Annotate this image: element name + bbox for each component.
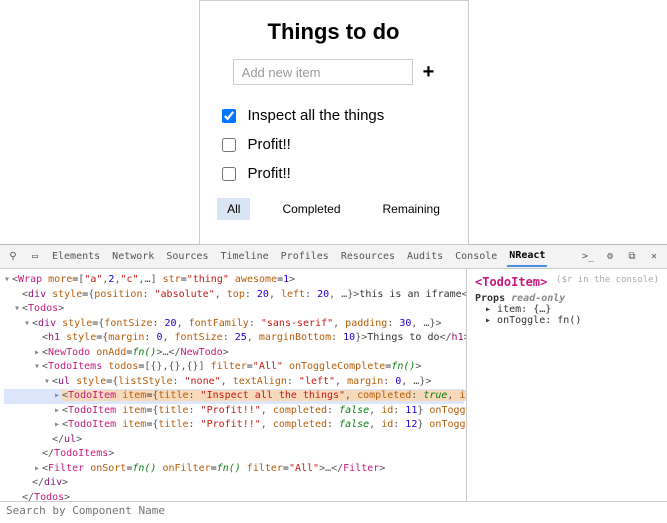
todo-item: Profit!! [222, 130, 446, 159]
component-search-bar [0, 501, 667, 523]
new-item-row: + [218, 59, 450, 85]
todo-label: Profit!! [248, 136, 291, 153]
tab-timeline[interactable]: Timeline [218, 247, 270, 266]
tab-elements[interactable]: Elements [50, 247, 102, 266]
component-search-input[interactable] [6, 504, 661, 517]
tab-console[interactable]: Console [453, 247, 499, 266]
app-preview-pane: Things to do + Inspect all the things Pr… [0, 0, 667, 245]
tree-node[interactable]: ▾<TodoItems todos=[{},{},{}] filter="All… [4, 360, 464, 375]
devtools-body: ▾<Wrap more=["a",2,"c",…] str="thing" aw… [0, 269, 667, 501]
devtools-toolbar: ⚲ ▭ Elements Network Sources Timeline Pr… [0, 245, 667, 269]
tree-node[interactable]: ▸<Filter onSort=fn() onFilter=fn() filte… [4, 462, 464, 477]
tree-node[interactable]: ▸<TodoItem item={title: "Profit!!", comp… [4, 404, 464, 419]
dock-icon[interactable]: ⧉ [625, 251, 639, 262]
add-item-button[interactable]: + [423, 61, 435, 84]
todo-app-card: Things to do + Inspect all the things Pr… [199, 0, 469, 245]
todo-list: Inspect all the things Profit!! Profit!! [222, 101, 446, 188]
tree-node[interactable]: ▸<TodoItem item={title: "Profit!!", comp… [4, 418, 464, 433]
filter-all[interactable]: All [217, 198, 250, 220]
tab-sources[interactable]: Sources [164, 247, 210, 266]
tree-node[interactable]: </TodoItems> [4, 447, 464, 462]
props-header: Props read-only [475, 293, 659, 304]
prop-row[interactable]: ▸ onToggle: fn() [475, 315, 659, 326]
todo-label: Inspect all the things [248, 107, 385, 124]
todo-label: Profit!! [248, 165, 291, 182]
tree-node[interactable]: ▾<div style={fontSize: 20, fontFamily: "… [4, 317, 464, 332]
tree-node[interactable]: ▾<Todos> [4, 302, 464, 317]
prop-row[interactable]: ▸ item: {…} [475, 304, 659, 315]
tree-node[interactable]: ▾<Wrap more=["a",2,"c",…] str="thing" aw… [4, 273, 464, 288]
close-icon[interactable]: ✕ [647, 251, 661, 262]
tree-node[interactable]: ▸<NewTodo onAdd=fn()>…</NewTodo> [4, 346, 464, 361]
devtools-panel: ⚲ ▭ Elements Network Sources Timeline Pr… [0, 245, 667, 523]
filter-remaining[interactable]: Remaining [373, 198, 450, 220]
todo-checkbox[interactable] [222, 138, 236, 152]
tree-node[interactable]: <div style={position: "absolute", top: 2… [4, 288, 464, 303]
todo-checkbox[interactable] [222, 167, 236, 181]
tree-node[interactable]: ▸<TodoItem item={title: "Inspect all the… [4, 389, 464, 404]
tree-node[interactable]: </Todos> [4, 491, 464, 502]
tab-audits[interactable]: Audits [405, 247, 445, 266]
settings-icon[interactable]: ⚙ [603, 251, 617, 262]
todo-checkbox[interactable] [222, 109, 236, 123]
console-hint: ($r in the console) [556, 275, 659, 285]
tab-profiles[interactable]: Profiles [279, 247, 331, 266]
app-title: Things to do [218, 19, 450, 45]
component-tree[interactable]: ▾<Wrap more=["a",2,"c",…] str="thing" aw… [0, 269, 467, 501]
drawer-icon[interactable]: >_ [581, 251, 595, 262]
filter-completed[interactable]: Completed [272, 198, 350, 220]
tab-resources[interactable]: Resources [339, 247, 397, 266]
tree-node[interactable]: ▾<ul style={listStyle: "none", textAlign… [4, 375, 464, 390]
device-icon[interactable]: ▭ [28, 251, 42, 262]
todo-item: Profit!! [222, 159, 446, 188]
filter-bar: All Completed Remaining [218, 198, 450, 220]
new-item-input[interactable] [233, 59, 413, 85]
tree-node[interactable]: <h1 style={margin: 0, fontSize: 25, marg… [4, 331, 464, 346]
tab-network[interactable]: Network [110, 247, 156, 266]
props-panel: ($r in the console) <TodoItem> Props rea… [467, 269, 667, 501]
tab-nreact[interactable]: NReact [507, 246, 547, 267]
todo-item: Inspect all the things [222, 101, 446, 130]
inspect-icon[interactable]: ⚲ [6, 251, 20, 262]
tree-node[interactable]: </ul> [4, 433, 464, 448]
tree-node[interactable]: </div> [4, 476, 464, 491]
